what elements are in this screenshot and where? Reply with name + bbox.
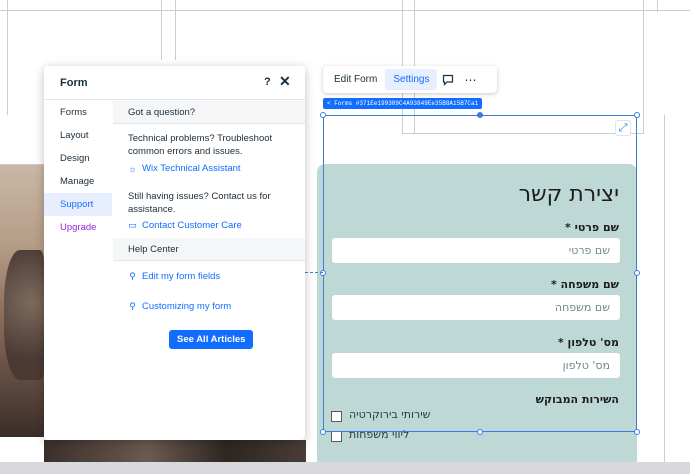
article-label: Customizing my form <box>142 301 232 312</box>
panel-header: Form ? ✕ <box>44 66 305 100</box>
panel-nav: Forms Layout Design Manage Support Upgra… <box>44 101 113 440</box>
service-checkbox-2[interactable] <box>331 431 342 442</box>
nav-item-forms[interactable]: Forms <box>44 101 112 124</box>
article-link-edit-fields[interactable]: ⚲ Edit my form fields <box>128 271 220 282</box>
nav-item-upgrade[interactable]: Upgrade <box>44 216 112 239</box>
panel-title: Form <box>60 77 88 89</box>
grid-line <box>0 10 690 11</box>
resize-handle[interactable] <box>634 112 640 118</box>
expand-icon[interactable]: ⤢ <box>615 120 631 136</box>
editor-canvas: יצירת קשר שם פרטי * שם פרטי שם משפחה * ש… <box>0 0 690 474</box>
wix-technical-assistant-label: Wix Technical Assistant <box>142 163 241 174</box>
element-id-badge[interactable]: < Forms #371Ee199389C4A93849Ee35B8A15B7C… <box>323 98 483 109</box>
nav-item-manage[interactable]: Manage <box>44 170 112 193</box>
technical-problems-text: Technical problems? Troubleshoot common … <box>128 133 273 157</box>
grid-line <box>643 0 644 134</box>
person-photo-bottom <box>44 440 306 462</box>
see-all-articles-button[interactable]: See All Articles <box>169 330 254 349</box>
more-actions-icon[interactable]: ⋯ <box>459 69 481 90</box>
lightbulb-icon: ☼ <box>128 163 137 174</box>
nav-item-support[interactable]: Support <box>44 193 112 216</box>
grid-line <box>664 115 665 462</box>
contact-customer-care-label: Contact Customer Care <box>142 220 242 231</box>
help-icon[interactable]: ? <box>264 76 271 88</box>
resize-handle[interactable] <box>320 112 326 118</box>
resize-handle[interactable] <box>634 270 640 276</box>
rotate-handle[interactable] <box>477 112 483 118</box>
still-issues-text: Still having issues? Contact us for assi… <box>128 191 271 215</box>
resize-handle[interactable] <box>320 429 326 435</box>
anchor-guide-line <box>305 272 323 273</box>
article-link-customizing[interactable]: ⚲ Customizing my form <box>128 301 231 312</box>
nav-item-design[interactable]: Design <box>44 147 112 170</box>
selection-frame[interactable] <box>323 115 637 432</box>
chat-icon: ▭ <box>128 220 137 230</box>
edit-form-button[interactable]: Edit Form <box>326 69 385 90</box>
resize-handle[interactable] <box>477 429 483 435</box>
resize-handle[interactable] <box>634 429 640 435</box>
form-settings-panel: Form ? ✕ Forms Layout Design Manage Supp… <box>44 66 305 440</box>
close-icon[interactable]: ✕ <box>279 73 291 90</box>
resize-handle[interactable] <box>320 270 326 276</box>
grid-line <box>161 0 162 60</box>
got-question-heading: Got a question? <box>113 101 305 124</box>
grid-line <box>175 0 176 60</box>
link-icon: ⚲ <box>129 271 136 281</box>
nav-item-layout[interactable]: Layout <box>44 124 112 147</box>
support-content: Got a question? Technical problems? Trou… <box>113 101 305 440</box>
component-toolbar: Edit Form Settings ⋯ <box>323 66 497 93</box>
article-label: Edit my form fields <box>142 271 221 282</box>
canvas-footer-strip <box>0 462 690 474</box>
link-icon: ⚲ <box>129 301 136 311</box>
settings-button[interactable]: Settings <box>385 69 438 90</box>
grid-line <box>7 0 8 115</box>
help-center-heading: Help Center <box>113 238 305 261</box>
person-photo <box>0 165 44 437</box>
wix-technical-assistant-link[interactable]: ☼ Wix Technical Assistant <box>128 163 241 174</box>
comment-icon[interactable] <box>437 69 459 90</box>
contact-customer-care-link[interactable]: ▭ Contact Customer Care <box>128 220 242 231</box>
